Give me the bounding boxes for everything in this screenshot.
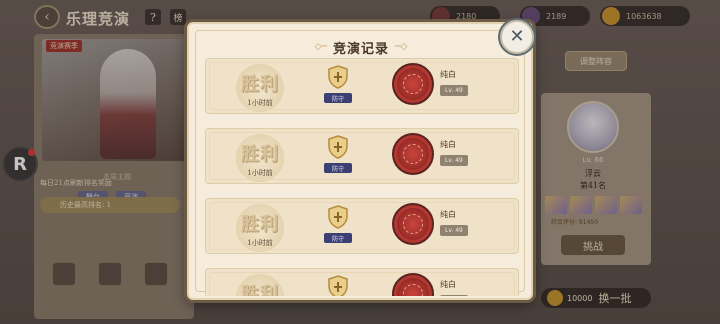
role-indicator: 防守: [322, 205, 354, 247]
avatar-pattern: [403, 144, 423, 164]
opponent-level: Lv. 49: [440, 225, 468, 236]
modal-header: ◇─ 竞演记录 ─◇: [196, 37, 526, 57]
result-text: 胜利: [241, 144, 279, 165]
opponent-avatar[interactable]: [392, 63, 434, 105]
record-list[interactable]: 胜利 1小时前 防守 纯白 Lv. 49 胜利 1小时前 防守 纯白 Lv. 4…: [205, 58, 519, 296]
opponent-avatar[interactable]: [392, 203, 434, 245]
ornament-icon: ◇─: [314, 42, 327, 52]
record-row[interactable]: 胜利 1小时前 防守 纯白 Lv. 49: [205, 198, 519, 254]
role-tag: 防守: [324, 233, 352, 243]
avatar-pattern: [403, 284, 423, 296]
opponent-avatar[interactable]: [392, 133, 434, 175]
modal-title: 竞演记录: [332, 41, 389, 57]
opponent-name: 纯白: [440, 70, 456, 79]
opponent-level: Lv. 49: [440, 295, 468, 296]
result-badge: 胜利 1小时前: [226, 274, 298, 296]
record-row[interactable]: 胜利 1小时前 防守 纯白 Lv. 49: [205, 268, 519, 296]
shield-icon: [328, 275, 348, 296]
result-text: 胜利: [241, 284, 279, 296]
opponent-level: Lv. 49: [440, 155, 468, 166]
modal-frame: ◇─ 竞演记录 ─◇ 胜利 1小时前 防守 纯白 Lv. 49 胜利 1小时前: [195, 30, 526, 296]
result-time: 1小时前: [247, 169, 273, 177]
opponent-name: 纯白: [440, 140, 456, 149]
close-button[interactable]: ✕: [500, 20, 534, 54]
avatar-pattern: [403, 214, 423, 234]
result-text: 胜利: [241, 214, 279, 235]
role-tag: 防守: [324, 93, 352, 103]
opponent-level: Lv. 49: [440, 85, 468, 96]
close-icon: ✕: [509, 26, 525, 47]
opponent-avatar[interactable]: [392, 273, 434, 296]
result-badge: 胜利 1小时前: [226, 134, 298, 182]
record-row[interactable]: 胜利 1小时前 防守 纯白 Lv. 49: [205, 58, 519, 114]
role-indicator: 防守: [322, 275, 354, 296]
shield-icon: [328, 65, 348, 89]
opponent-name: 纯白: [440, 280, 456, 289]
role-tag: 防守: [324, 163, 352, 173]
shield-icon: [328, 135, 348, 159]
shield-icon: [328, 205, 348, 229]
record-row[interactable]: 胜利 1小时前 防守 纯白 Lv. 49: [205, 128, 519, 184]
arena-record-modal: ◇─ 竞演记录 ─◇ 胜利 1小时前 防守 纯白 Lv. 49 胜利 1小时前: [187, 22, 533, 300]
result-time: 1小时前: [247, 239, 273, 247]
result-badge: 胜利 1小时前: [226, 64, 298, 112]
result-badge: 胜利 1小时前: [226, 204, 298, 252]
ornament-icon: ─◇: [395, 42, 408, 52]
avatar-pattern: [403, 74, 423, 94]
result-text: 胜利: [241, 74, 279, 95]
opponent-name: 纯白: [440, 210, 456, 219]
result-time: 1小时前: [247, 99, 273, 107]
role-indicator: 防守: [322, 65, 354, 107]
role-indicator: 防守: [322, 135, 354, 177]
